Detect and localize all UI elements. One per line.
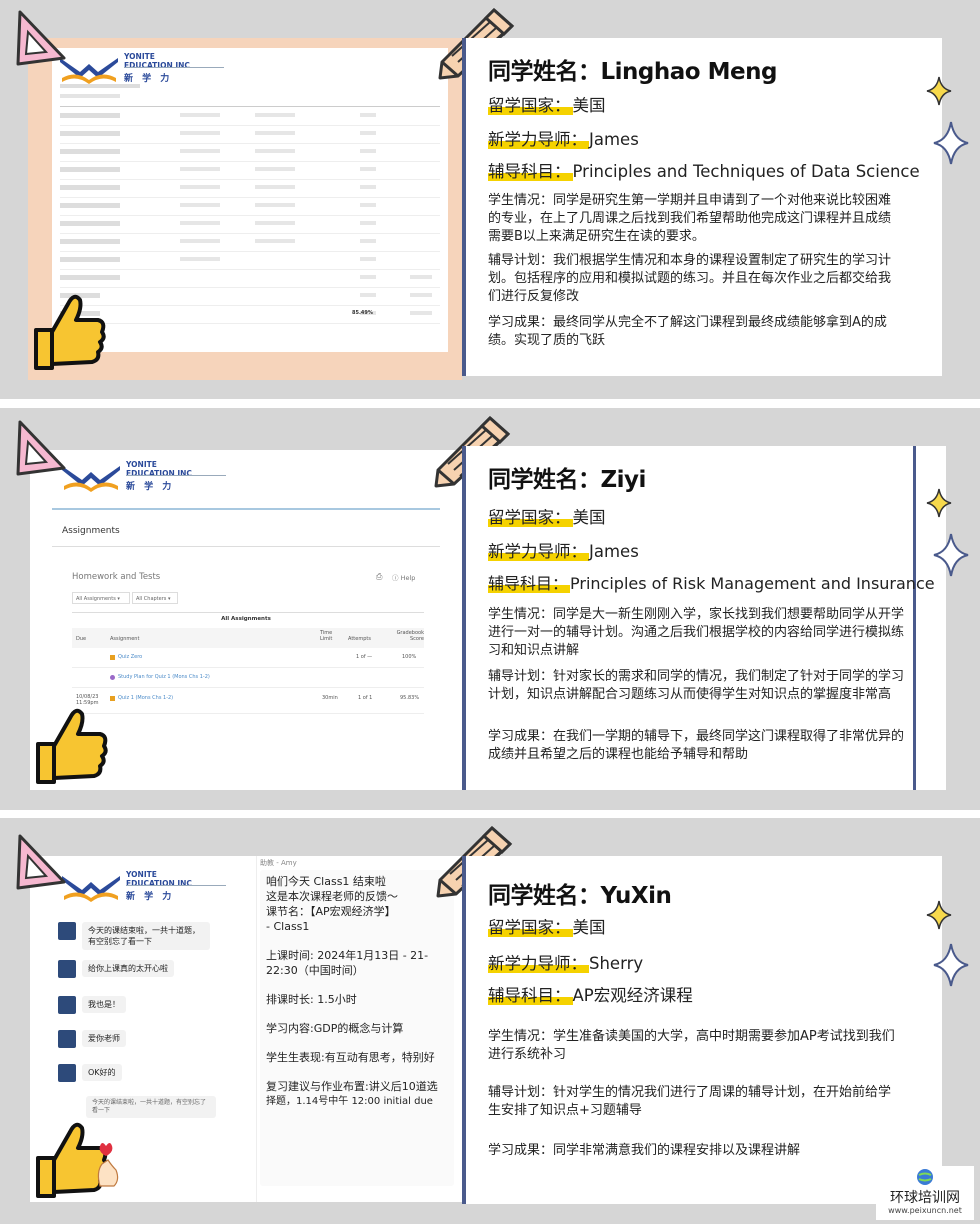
study-country: 留学国家： 美国 [488,508,606,527]
page-title: Assignments [62,526,120,536]
avatar [58,1030,76,1048]
thumbs-up-icon [36,708,108,784]
sparkle-icon [933,121,969,165]
tutoring-plan: 辅导计划：针对家长的需求和同学的情况，我们制定了针对于同学的学习计划，知识点讲解… [488,669,905,702]
help-icon: ⓘ [392,574,399,582]
logo-line2: EDUCATION INC [124,61,190,70]
learning-result: 学习成果：最终同学从完全不了解这门课程到最终成绩能够拿到A的成绩。实现了质的飞跃 [488,315,887,348]
grade-row [60,254,440,270]
learning-result: 学习成果：同学非常满意我们的课程安排以及课程讲解 [488,1143,801,1158]
logo-line1: YONITE [124,52,155,61]
avatar [58,960,76,978]
teacher-feedback: 助教 - Amy 咱们今天 Class1 结束啦 这是本次课程老师的反馈～ 课节… [260,858,456,1198]
table-row[interactable]: Study Plan for Quiz 1 (Mons Chs 1-2) [72,668,424,688]
case-info-card: 同学姓名：Linghao Meng 留学国家： 美国 新学力导师： James 辅导… [462,38,942,376]
grade-percent: 85.49% [352,310,373,316]
sparkle-icon [933,533,969,577]
sparkle-icon [926,488,952,518]
case-panel-3: YONITE EDUCATION INC 新 学 力 今天的课结束啦，一共十道题，… [0,818,980,1224]
grade-row [60,128,440,144]
tutor: 新学力导师： James [488,542,639,561]
grades-screenshot: YONITE EDUCATION INC 新 学 力 85.49% [52,48,448,352]
watermark: 环球培训网 www.peixuncn.net [876,1166,974,1220]
tutor: 新学力导师： James [488,130,639,149]
case-panel-1: YONITE EDUCATION INC 新 学 力 85.49% 同学姓名：L… [0,0,980,399]
section-title: Homework and Tests [72,572,161,582]
logo-line1: YONITE [126,460,157,469]
case-info-card: 同学姓名：YuXin 留学国家： 美国 新学力导师： Sherry 辅导科目： AP宏… [462,856,942,1204]
company-logo: YONITE EDUCATION INC 新 学 力 [58,868,228,912]
avatar [58,996,76,1014]
logo-line1: YONITE [126,870,157,879]
subject: 辅导科目： AP宏观经济课程 [488,986,693,1005]
learning-result: 学习成果：在我们一学期的辅导下，最终同学这门课程取得了非常优异的成绩并且希望之后… [488,729,905,762]
subject: 辅导科目： Principles and Techniques of Data S… [488,162,920,181]
sparkle-icon [926,76,952,106]
student-situation: 学生情况：同学是大一新生刚刚入学，家长找到我们想要帮助同学从开学进行一对一的辅导… [488,607,905,658]
watermark-title: 环球培训网 [890,1190,960,1206]
chapter-filter-select[interactable]: All Chapters ▾ [132,592,178,604]
logo-chinese: 新 学 力 [124,74,173,84]
sparkle-icon [926,900,952,930]
grade-row [60,218,440,234]
logo-line2: EDUCATION INC [126,879,192,888]
grade-row [60,110,440,126]
feedback-bubble: 咱们今天 Class1 结束啦 这是本次课程老师的反馈～ 课节名：【AP宏观经济… [260,870,454,1186]
finger-heart-icon [97,1143,119,1187]
grade-row [60,200,440,216]
triangle-ruler-icon [16,834,66,890]
print-icon[interactable]: ⎙ [376,572,382,582]
table-title: All Assignments [221,616,271,622]
grade-row [60,164,440,180]
triangle-ruler-icon [16,420,66,476]
table-row[interactable]: 10/08/23 11:59pm Quiz 1 (Mons Chs 1-2) 3… [72,688,424,714]
logo-chinese: 新 学 力 [126,892,175,902]
sender-name: 助教 - Amy [260,859,297,867]
company-logo: YONITE EDUCATION INC 新 学 力 [58,458,228,502]
student-situation: 学生情况：同学是研究生第一学期并且申请到了一个对他来说比较困难的专业，在上了几周… [488,193,892,244]
tutoring-plan: 辅导计划：我们根据学生情况和本身的课程设置制定了研究生的学习计划。包括程序的应用… [488,253,892,304]
study-country: 留学国家： 美国 [488,96,606,115]
thumbs-up-icon [34,294,106,370]
avatar [58,1064,76,1082]
assignment-filter-select[interactable]: All Assignments ▾ [72,592,130,604]
student-name: 同学姓名：YuXin [488,883,672,909]
watermark-url: www.peixuncn.net [888,1206,962,1215]
grade-row [60,146,440,162]
case-info-card: 同学姓名：Ziyi 留学国家： 美国 新学力导师： James 辅导科目： Princ… [462,446,946,790]
logo-line2: EDUCATION INC [126,469,192,478]
grade-row [60,308,440,324]
grade-row [60,182,440,198]
triangle-ruler-icon [16,10,66,66]
help-link[interactable]: ⓘ Help [392,572,415,582]
student-situation: 学生情况：学生准备读美国的大学，高中时期需要参加AP考试找到我们进行系统补习 [488,1029,895,1062]
sparkle-icon [933,943,969,987]
table-row[interactable]: Quiz Zero 1 of — 100% [72,648,424,668]
student-name: 同学姓名：Ziyi [488,467,646,493]
globe-icon [917,1169,933,1185]
grade-row [60,272,440,288]
avatar [58,922,76,940]
grade-row [60,236,440,252]
grade-row [60,290,440,306]
tutoring-plan: 辅导计划：针对学生的情况我们进行了周课的辅导计划，在开始前给学生安排了知识点+习… [488,1085,892,1118]
table-header: Due Assignment Time Limit Attempts Grade… [72,628,424,648]
study-country: 留学国家： 美国 [488,918,606,937]
subject: 辅导科目： Principles of Risk Management and I… [488,574,935,593]
student-name: 同学姓名：Linghao Meng [488,59,777,85]
logo-chinese: 新 学 力 [126,482,175,492]
tutor: 新学力导师： Sherry [488,954,644,973]
case-panel-2: YONITE EDUCATION INC 新 学 力 Assignments Ho… [0,408,980,810]
